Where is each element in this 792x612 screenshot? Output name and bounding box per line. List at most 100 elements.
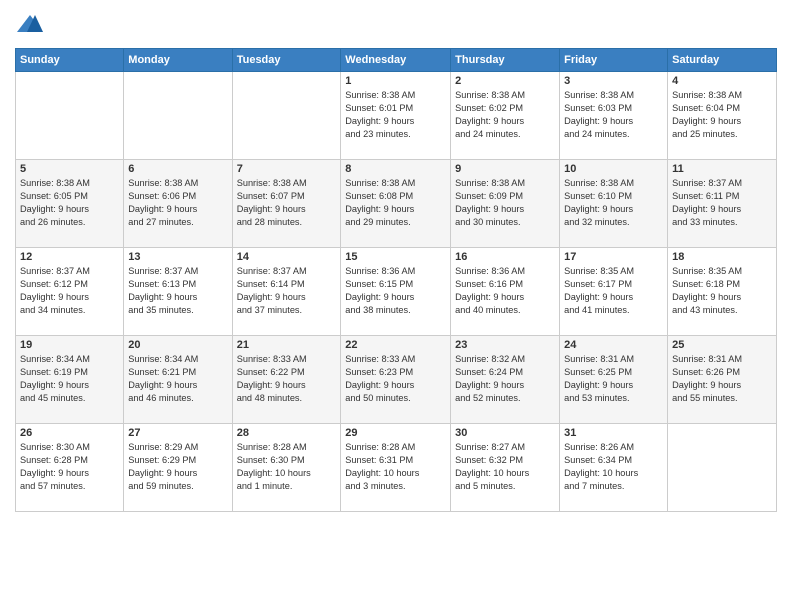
calendar-cell: 17 Sunrise: 8:35 AM Sunset: 6:17 PM Dayli…	[560, 248, 668, 336]
calendar-week-row: 19 Sunrise: 8:34 AM Sunset: 6:19 PM Dayli…	[16, 336, 777, 424]
day-number: 23	[455, 339, 555, 351]
calendar-cell: 4Sunrise: 8:38 AM Sunset: 6:04 PM Daylig…	[668, 72, 777, 160]
day-number: 13	[128, 251, 227, 263]
calendar-cell	[668, 424, 777, 512]
calendar-cell: 3 Sunrise: 8:38 AM Sunset: 6:03 PM Daylig…	[560, 72, 668, 160]
calendar-cell: 28 Sunrise: 8:28 AM Sunset: 6:30 PM Dayli…	[232, 424, 341, 512]
day-info: Sunrise: 8:37 AM Sunset: 6:13 PM Dayligh…	[128, 265, 227, 317]
calendar-cell: 13 Sunrise: 8:37 AM Sunset: 6:13 PM Dayli…	[124, 248, 232, 336]
calendar-cell: 21Sunrise: 8:33 AM Sunset: 6:22 PM Dayli…	[232, 336, 341, 424]
day-info: Sunrise: 8:38 AM Sunset: 6:01 PM Dayligh…	[345, 89, 446, 141]
day-info: Sunrise: 8:38 AM Sunset: 6:02 PM Dayligh…	[455, 89, 555, 141]
calendar-cell: 24 Sunrise: 8:31 AM Sunset: 6:25 PM Dayli…	[560, 336, 668, 424]
day-info: Sunrise: 8:38 AM Sunset: 6:03 PM Dayligh…	[564, 89, 663, 141]
calendar-cell: 26 Sunrise: 8:30 AM Sunset: 6:28 PM Dayli…	[16, 424, 124, 512]
calendar-cell: 6 Sunrise: 8:38 AM Sunset: 6:06 PM Daylig…	[124, 160, 232, 248]
calendar-cell: 18Sunrise: 8:35 AM Sunset: 6:18 PM Dayli…	[668, 248, 777, 336]
day-info: Sunrise: 8:35 AM Sunset: 6:18 PM Dayligh…	[672, 265, 772, 317]
calendar-week-row: 1Sunrise: 8:38 AM Sunset: 6:01 PM Daylig…	[16, 72, 777, 160]
day-number: 14	[237, 251, 337, 263]
day-info: Sunrise: 8:34 AM Sunset: 6:21 PM Dayligh…	[128, 353, 227, 405]
day-info: Sunrise: 8:35 AM Sunset: 6:17 PM Dayligh…	[564, 265, 663, 317]
calendar-cell	[124, 72, 232, 160]
calendar-cell: 5 Sunrise: 8:38 AM Sunset: 6:05 PM Daylig…	[16, 160, 124, 248]
day-number: 26	[20, 427, 119, 439]
day-number: 20	[128, 339, 227, 351]
day-number: 28	[237, 427, 337, 439]
calendar-cell: 29Sunrise: 8:28 AM Sunset: 6:31 PM Dayli…	[341, 424, 451, 512]
day-info: Sunrise: 8:31 AM Sunset: 6:25 PM Dayligh…	[564, 353, 663, 405]
day-info: Sunrise: 8:37 AM Sunset: 6:14 PM Dayligh…	[237, 265, 337, 317]
calendar-cell: 15 Sunrise: 8:36 AM Sunset: 6:15 PM Dayli…	[341, 248, 451, 336]
day-number: 30	[455, 427, 555, 439]
calendar-cell: 7 Sunrise: 8:38 AM Sunset: 6:07 PM Daylig…	[232, 160, 341, 248]
day-info: Sunrise: 8:28 AM Sunset: 6:30 PM Dayligh…	[237, 441, 337, 493]
day-number: 3	[564, 75, 663, 87]
day-info: Sunrise: 8:27 AM Sunset: 6:32 PM Dayligh…	[455, 441, 555, 493]
day-number: 16	[455, 251, 555, 263]
calendar-cell: 23 Sunrise: 8:32 AM Sunset: 6:24 PM Dayli…	[451, 336, 560, 424]
header	[15, 10, 777, 40]
day-info: Sunrise: 8:29 AM Sunset: 6:29 PM Dayligh…	[128, 441, 227, 493]
day-info: Sunrise: 8:38 AM Sunset: 6:08 PM Dayligh…	[345, 177, 446, 229]
calendar-cell: 11 Sunrise: 8:37 AM Sunset: 6:11 PM Dayli…	[668, 160, 777, 248]
day-info: Sunrise: 8:36 AM Sunset: 6:15 PM Dayligh…	[345, 265, 446, 317]
day-number: 27	[128, 427, 227, 439]
day-number: 25	[672, 339, 772, 351]
calendar-week-row: 26 Sunrise: 8:30 AM Sunset: 6:28 PM Dayli…	[16, 424, 777, 512]
calendar-cell	[16, 72, 124, 160]
day-number: 15	[345, 251, 446, 263]
day-number: 11	[672, 163, 772, 175]
weekday-header-sunday: Sunday	[16, 49, 124, 72]
day-number: 4	[672, 75, 772, 87]
day-info: Sunrise: 8:32 AM Sunset: 6:24 PM Dayligh…	[455, 353, 555, 405]
calendar-cell: 8 Sunrise: 8:38 AM Sunset: 6:08 PM Daylig…	[341, 160, 451, 248]
day-number: 10	[564, 163, 663, 175]
calendar-table: SundayMondayTuesdayWednesdayThursdayFrid…	[15, 48, 777, 512]
page: SundayMondayTuesdayWednesdayThursdayFrid…	[0, 0, 792, 612]
day-info: Sunrise: 8:34 AM Sunset: 6:19 PM Dayligh…	[20, 353, 119, 405]
day-number: 19	[20, 339, 119, 351]
day-info: Sunrise: 8:38 AM Sunset: 6:10 PM Dayligh…	[564, 177, 663, 229]
calendar-cell: 10 Sunrise: 8:38 AM Sunset: 6:10 PM Dayli…	[560, 160, 668, 248]
day-number: 17	[564, 251, 663, 263]
day-info: Sunrise: 8:31 AM Sunset: 6:26 PM Dayligh…	[672, 353, 772, 405]
day-info: Sunrise: 8:30 AM Sunset: 6:28 PM Dayligh…	[20, 441, 119, 493]
calendar-cell: 14 Sunrise: 8:37 AM Sunset: 6:14 PM Dayli…	[232, 248, 341, 336]
day-number: 5	[20, 163, 119, 175]
day-number: 6	[128, 163, 227, 175]
day-info: Sunrise: 8:38 AM Sunset: 6:09 PM Dayligh…	[455, 177, 555, 229]
day-info: Sunrise: 8:36 AM Sunset: 6:16 PM Dayligh…	[455, 265, 555, 317]
calendar-cell	[232, 72, 341, 160]
weekday-header-thursday: Thursday	[451, 49, 560, 72]
day-info: Sunrise: 8:33 AM Sunset: 6:23 PM Dayligh…	[345, 353, 446, 405]
calendar-cell: 25 Sunrise: 8:31 AM Sunset: 6:26 PM Dayli…	[668, 336, 777, 424]
logo-icon	[15, 10, 45, 40]
weekday-header-wednesday: Wednesday	[341, 49, 451, 72]
calendar-cell: 2 Sunrise: 8:38 AM Sunset: 6:02 PM Daylig…	[451, 72, 560, 160]
day-number: 2	[455, 75, 555, 87]
day-number: 12	[20, 251, 119, 263]
weekday-header-saturday: Saturday	[668, 49, 777, 72]
day-number: 8	[345, 163, 446, 175]
calendar-cell: 31 Sunrise: 8:26 AM Sunset: 6:34 PM Dayli…	[560, 424, 668, 512]
calendar-week-row: 5 Sunrise: 8:38 AM Sunset: 6:05 PM Daylig…	[16, 160, 777, 248]
weekday-header-tuesday: Tuesday	[232, 49, 341, 72]
calendar-cell: 1Sunrise: 8:38 AM Sunset: 6:01 PM Daylig…	[341, 72, 451, 160]
day-info: Sunrise: 8:26 AM Sunset: 6:34 PM Dayligh…	[564, 441, 663, 493]
weekday-header-row: SundayMondayTuesdayWednesdayThursdayFrid…	[16, 49, 777, 72]
day-info: Sunrise: 8:37 AM Sunset: 6:12 PM Dayligh…	[20, 265, 119, 317]
calendar-cell: 19 Sunrise: 8:34 AM Sunset: 6:19 PM Dayli…	[16, 336, 124, 424]
day-info: Sunrise: 8:38 AM Sunset: 6:06 PM Dayligh…	[128, 177, 227, 229]
day-info: Sunrise: 8:37 AM Sunset: 6:11 PM Dayligh…	[672, 177, 772, 229]
calendar-cell: 22 Sunrise: 8:33 AM Sunset: 6:23 PM Dayli…	[341, 336, 451, 424]
day-number: 22	[345, 339, 446, 351]
day-info: Sunrise: 8:38 AM Sunset: 6:05 PM Dayligh…	[20, 177, 119, 229]
day-number: 31	[564, 427, 663, 439]
day-info: Sunrise: 8:38 AM Sunset: 6:07 PM Dayligh…	[237, 177, 337, 229]
logo	[15, 10, 49, 40]
day-number: 21	[237, 339, 337, 351]
day-number: 24	[564, 339, 663, 351]
day-number: 7	[237, 163, 337, 175]
day-number: 29	[345, 427, 446, 439]
